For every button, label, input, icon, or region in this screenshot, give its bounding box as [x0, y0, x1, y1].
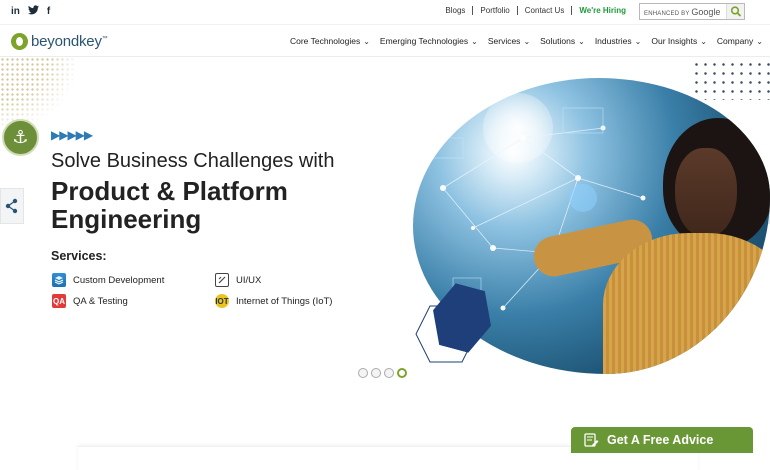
twitter-icon[interactable]: [27, 5, 39, 19]
share-button-left[interactable]: [0, 188, 24, 224]
portfolio-link[interactable]: Portfolio: [473, 6, 516, 15]
service-iot[interactable]: IOT Internet of Things (IoT): [215, 294, 332, 308]
google-search-box[interactable]: ENHANCED BY Google: [639, 3, 745, 20]
decorative-hexagon-outline: [415, 305, 477, 363]
headline-line-2: Engineering: [51, 204, 202, 234]
blogs-link[interactable]: Blogs: [438, 6, 472, 15]
carousel-dot-4[interactable]: [397, 368, 407, 378]
service-label: Custom Development: [73, 274, 165, 286]
form-edit-icon: [584, 433, 599, 447]
hero-headline: Product & Platform Engineering: [51, 177, 288, 233]
carousel-dot-3[interactable]: [384, 368, 394, 378]
design-tools-icon: [215, 273, 229, 287]
main-menu: Core Technologies ⌄ Emerging Technologies…: [290, 36, 763, 46]
top-utility-bar: in f Blogs Portfolio Contact Us We're Hi…: [0, 0, 770, 24]
search-icon: [730, 6, 742, 17]
iot-icon: IOT: [215, 294, 229, 308]
chevron-down-icon: ⌄: [634, 36, 642, 46]
linkedin-icon[interactable]: in: [11, 6, 20, 18]
contact-us-link[interactable]: Contact Us: [518, 6, 572, 15]
chevron-down-icon: ⌄: [363, 36, 370, 46]
decorative-dot-pattern: [0, 57, 75, 127]
chevron-down-icon: ⌄: [756, 36, 763, 46]
nav-emerging-technologies[interactable]: Emerging Technologies ⌄: [380, 36, 478, 46]
headline-line-1: Product & Platform: [51, 176, 288, 206]
person-face: [675, 148, 737, 238]
free-advice-button[interactable]: Get A Free Advice: [571, 427, 753, 453]
layers-icon: [52, 273, 66, 287]
hiring-link[interactable]: We're Hiring: [572, 6, 633, 15]
nav-services[interactable]: Services ⌄: [488, 36, 530, 46]
chevron-down-icon: ⌄: [471, 36, 478, 46]
chevron-down-icon: ⌄: [700, 36, 707, 46]
service-label: UI/UX: [236, 274, 262, 286]
arrow-decoration-icon: ▶▶▶▶▶: [51, 128, 93, 142]
free-advice-label: Get A Free Advice: [607, 433, 714, 447]
qa-testing-icon: QA: [52, 294, 66, 308]
carousel-pagination: [358, 368, 407, 378]
beyondkey-logo[interactable]: beyondkey™: [11, 33, 108, 50]
main-navbar: beyondkey™ Core Technologies ⌄ Emerging T…: [0, 24, 770, 57]
carousel-dot-2[interactable]: [371, 368, 381, 378]
service-qa-testing[interactable]: QA QA & Testing: [52, 294, 128, 308]
share-icon: [5, 198, 18, 214]
social-links: in f: [11, 5, 50, 19]
nav-industries[interactable]: Industries ⌄: [595, 36, 642, 46]
search-input[interactable]: ENHANCED BY Google: [640, 7, 720, 17]
anchor-icon[interactable]: ⚓: [2, 119, 39, 156]
top-links: Blogs Portfolio Contact Us We're Hiring: [438, 6, 633, 15]
service-label: Internet of Things (IoT): [236, 295, 333, 307]
service-ui-ux[interactable]: UI/UX: [215, 273, 261, 287]
service-label: QA & Testing: [73, 295, 128, 307]
chevron-down-icon: ⌄: [578, 36, 585, 46]
nav-our-insights[interactable]: Our Insights ⌄: [651, 36, 707, 46]
nav-core-technologies[interactable]: Core Technologies ⌄: [290, 36, 370, 46]
chevron-down-icon: ⌄: [523, 36, 531, 46]
search-button[interactable]: [726, 4, 744, 19]
person-sweater: [603, 233, 770, 374]
hero-subheading: Solve Business Challenges with: [51, 150, 335, 172]
facebook-icon[interactable]: f: [47, 6, 50, 18]
carousel-dot-1[interactable]: [358, 368, 368, 378]
logo-mark-icon: [11, 33, 28, 50]
services-title: Services:: [51, 249, 107, 263]
google-label: Google: [691, 6, 721, 17]
logo-text: beyondkey™: [31, 33, 108, 50]
nav-company[interactable]: Company ⌄: [717, 36, 763, 46]
service-custom-development[interactable]: Custom Development: [52, 273, 164, 287]
nav-solutions[interactable]: Solutions ⌄: [540, 36, 585, 46]
enhanced-by-label: ENHANCED BY: [644, 10, 690, 17]
